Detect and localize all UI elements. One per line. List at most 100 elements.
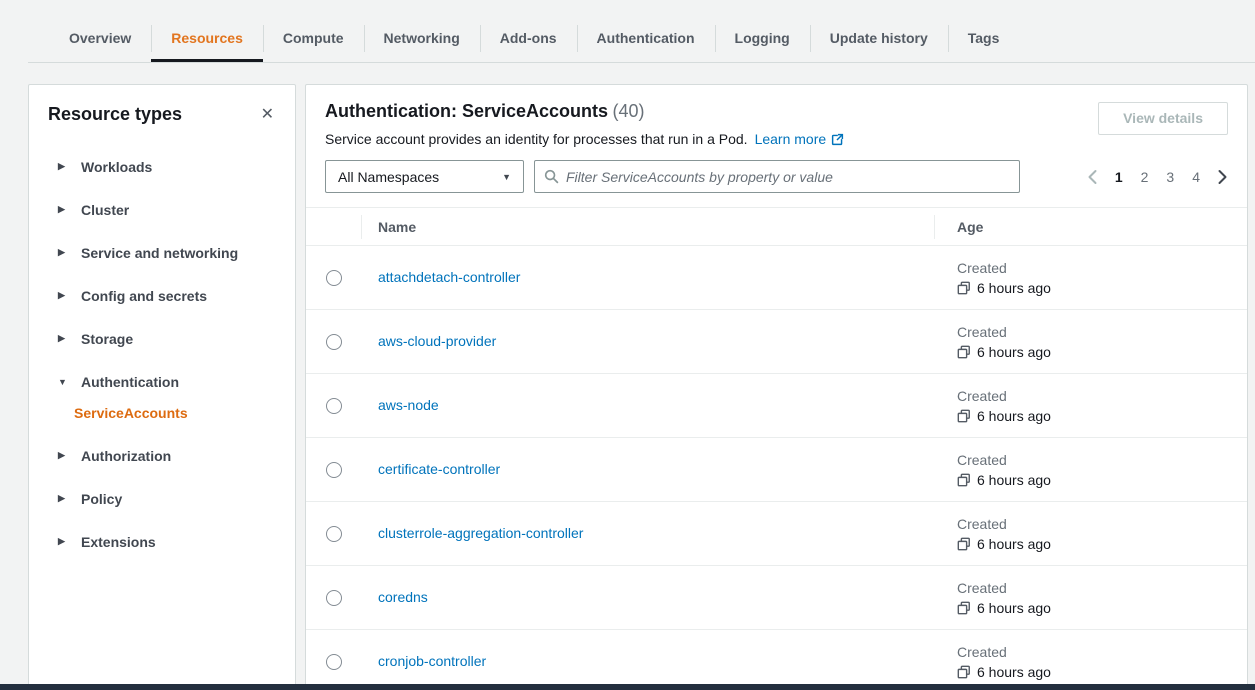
close-icon[interactable]: ✕	[257, 105, 278, 125]
page-number-1[interactable]: 1	[1106, 166, 1132, 188]
age-cell: Created 6 hours ago	[934, 260, 1247, 296]
filter-row: All Namespaces ▼ 1 2 3 4	[306, 160, 1247, 193]
chevron-left-icon	[1087, 169, 1098, 185]
age-text: 6 hours ago	[977, 664, 1051, 680]
tab-add-ons[interactable]: Add-ons	[480, 23, 577, 58]
page-number-3[interactable]: 3	[1157, 166, 1183, 188]
chevron-right-icon	[1217, 169, 1228, 185]
row-radio[interactable]	[326, 590, 342, 606]
sidebar-item-extensions[interactable]: ▶ Extensions	[29, 520, 295, 563]
table-row: coredns Created 6 hours ago	[306, 566, 1247, 630]
sidebar-item-label: Authentication	[81, 374, 179, 390]
sidebar-item-config-and-secrets[interactable]: ▶ Config and secrets	[29, 274, 295, 317]
chevron-right-icon: ▶	[58, 247, 69, 258]
tab-overview[interactable]: Overview	[49, 23, 151, 58]
sidebar-item-label: Service and networking	[81, 245, 238, 261]
learn-more-label: Learn more	[755, 131, 827, 147]
tabs-divider	[28, 62, 1255, 63]
age-cell: Created 6 hours ago	[934, 324, 1247, 360]
table-row: clusterrole-aggregation-controller Creat…	[306, 502, 1247, 566]
next-page-button[interactable]	[1209, 166, 1236, 188]
namespace-select-value: All Namespaces	[338, 169, 439, 185]
age-column-header: Age	[934, 219, 1247, 235]
external-link-icon	[831, 133, 844, 146]
page-number-2[interactable]: 2	[1132, 166, 1158, 188]
service-account-link[interactable]: cronjob-controller	[378, 653, 486, 669]
description-text: Service account provides an identity for…	[325, 131, 748, 147]
age-text: 6 hours ago	[977, 408, 1051, 424]
age-text: 6 hours ago	[977, 344, 1051, 360]
pagination: 1 2 3 4	[1079, 166, 1236, 188]
window-bottom-bar	[0, 684, 1255, 690]
row-radio[interactable]	[326, 462, 342, 478]
row-radio[interactable]	[326, 334, 342, 350]
service-account-link[interactable]: attachdetach-controller	[378, 269, 520, 285]
age-cell: Created 6 hours ago	[934, 644, 1247, 680]
service-account-link[interactable]: certificate-controller	[378, 461, 500, 477]
copy-icon	[957, 601, 971, 615]
tab-networking[interactable]: Networking	[364, 23, 480, 58]
service-account-link[interactable]: aws-node	[378, 397, 439, 413]
sidebar-item-serviceaccounts[interactable]: ServiceAccounts	[29, 397, 295, 429]
chevron-right-icon: ▶	[58, 204, 69, 215]
previous-page-button[interactable]	[1079, 166, 1106, 188]
copy-icon	[957, 537, 971, 551]
copy-icon	[957, 281, 971, 295]
service-account-link[interactable]: clusterrole-aggregation-controller	[378, 525, 583, 541]
age-cell: Created 6 hours ago	[934, 580, 1247, 616]
service-account-link[interactable]: coredns	[378, 589, 428, 605]
age-status: Created	[957, 580, 1247, 596]
age-status: Created	[957, 324, 1247, 340]
age-text: 6 hours ago	[977, 472, 1051, 488]
tab-tags[interactable]: Tags	[948, 23, 1020, 58]
service-account-link[interactable]: aws-cloud-provider	[378, 333, 496, 349]
tab-compute[interactable]: Compute	[263, 23, 364, 58]
serviceaccounts-table: Name Age attachdetach-controller Created…	[306, 207, 1247, 686]
table-row: aws-node Created 6 hours ago	[306, 374, 1247, 438]
chevron-right-icon: ▶	[58, 493, 69, 504]
row-radio[interactable]	[326, 526, 342, 542]
sidebar-item-label: Cluster	[81, 202, 129, 218]
view-details-button[interactable]: View details	[1098, 102, 1228, 135]
tab-authentication[interactable]: Authentication	[577, 23, 715, 58]
cluster-tabbar: Overview Resources Compute Networking Ad…	[49, 23, 1019, 58]
tab-update-history[interactable]: Update history	[810, 23, 948, 58]
age-status: Created	[957, 516, 1247, 532]
page-number-4[interactable]: 4	[1183, 166, 1209, 188]
row-radio[interactable]	[326, 270, 342, 286]
age-status: Created	[957, 452, 1247, 468]
name-column-header: Name	[361, 219, 934, 235]
description-row: Service account provides an identity for…	[325, 131, 1228, 147]
sidebar-item-policy[interactable]: ▶ Policy	[29, 477, 295, 520]
age-cell: Created 6 hours ago	[934, 388, 1247, 424]
tab-resources[interactable]: Resources	[151, 23, 263, 58]
age-text: 6 hours ago	[977, 280, 1051, 296]
age-cell: Created 6 hours ago	[934, 452, 1247, 488]
sidebar-item-label: Workloads	[81, 159, 152, 175]
row-radio[interactable]	[326, 654, 342, 670]
sidebar-item-authorization[interactable]: ▶ Authorization	[29, 434, 295, 477]
sidebar-item-label: Policy	[81, 491, 122, 507]
search-input[interactable]	[566, 169, 1010, 185]
chevron-down-icon: ▼	[502, 172, 511, 182]
sidebar-item-label: Authorization	[81, 448, 171, 464]
sidebar-item-service-and-networking[interactable]: ▶ Service and networking	[29, 231, 295, 274]
sidebar-item-cluster[interactable]: ▶ Cluster	[29, 188, 295, 231]
chevron-down-icon: ▼	[58, 377, 69, 387]
serviceaccounts-panel: Authentication: ServiceAccounts (40) Vie…	[305, 84, 1248, 686]
copy-icon	[957, 665, 971, 679]
age-text: 6 hours ago	[977, 536, 1051, 552]
tab-logging[interactable]: Logging	[715, 23, 810, 58]
table-header-row: Name Age	[306, 208, 1247, 246]
chevron-right-icon: ▶	[58, 536, 69, 547]
sidebar-item-workloads[interactable]: ▶ Workloads	[29, 145, 295, 188]
learn-more-link[interactable]: Learn more	[755, 131, 845, 147]
age-status: Created	[957, 388, 1247, 404]
sidebar-item-storage[interactable]: ▶ Storage	[29, 317, 295, 360]
row-radio[interactable]	[326, 398, 342, 414]
age-status: Created	[957, 644, 1247, 660]
namespace-select[interactable]: All Namespaces ▼	[325, 160, 524, 193]
search-box	[534, 160, 1020, 193]
age-status: Created	[957, 260, 1247, 276]
chevron-right-icon: ▶	[58, 161, 69, 172]
